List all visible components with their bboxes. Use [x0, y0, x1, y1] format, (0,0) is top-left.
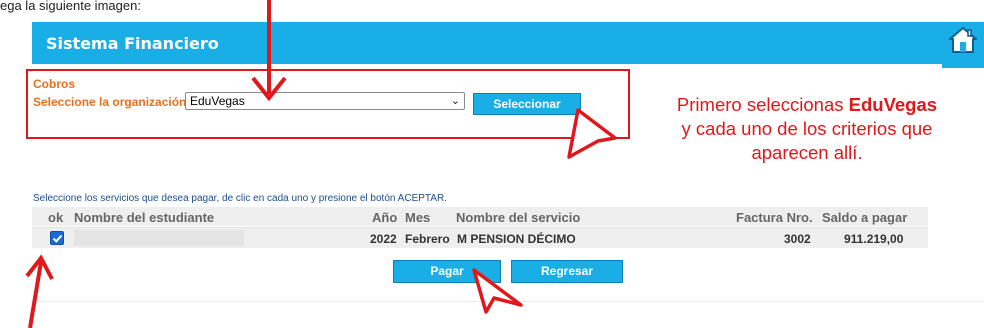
annotation-arrows [25, 0, 617, 328]
cursor-icon [567, 108, 617, 159]
cursor-icon [472, 268, 523, 314]
arrow-up-icon [25, 254, 54, 328]
arrow-down-icon [251, 0, 287, 102]
